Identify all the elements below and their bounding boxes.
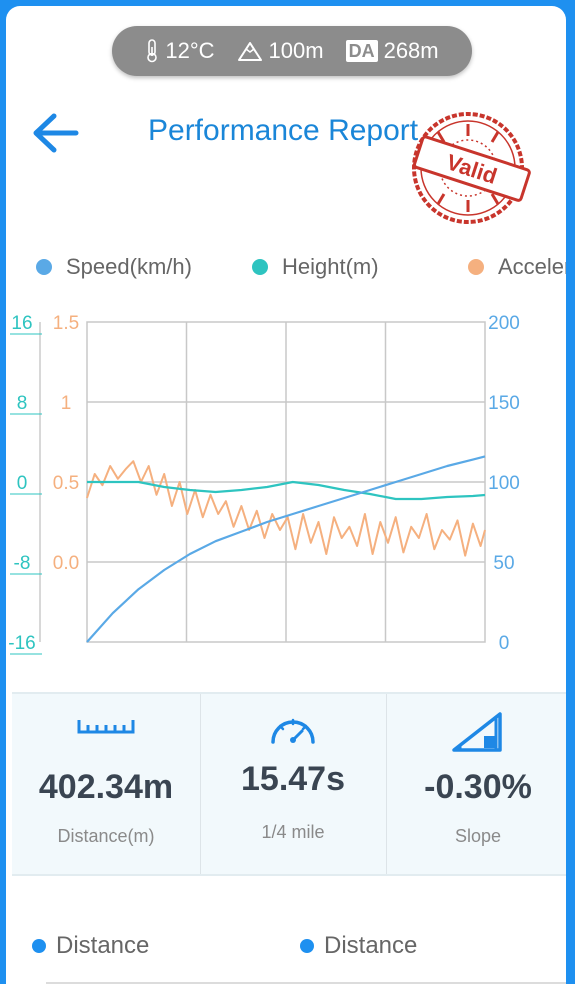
acceleration-tick-label: 0.5	[53, 473, 79, 494]
thermometer-icon	[147, 39, 158, 63]
arrow-left-icon[interactable]	[30, 110, 84, 156]
back-button[interactable]	[30, 110, 84, 156]
bottom-legend-label: Distance	[324, 932, 418, 959]
altitude-item: 100m	[237, 38, 324, 64]
slope-value: -0.30%	[424, 768, 532, 806]
distance-value: 402.34m	[38, 768, 174, 806]
density-altitude-item: DA 268m	[345, 38, 439, 64]
bottom-legend-label: Distance	[56, 932, 150, 959]
legend-item-acceleration: Acceleration	[468, 254, 566, 280]
speed-tick-label: 0	[499, 633, 510, 654]
legend-label-acceleration: Acceleration	[498, 254, 566, 279]
quarter-mile-label: 1/4 mile	[261, 822, 325, 842]
legend-dot-speed	[36, 259, 52, 275]
legend-label-speed: Speed(km/h)	[66, 254, 192, 279]
stats-panel: 402.34m Distance(m) 15.47s 1/4 mile -0.3…	[12, 692, 566, 876]
acceleration-tick-label: 1.5	[53, 313, 79, 334]
temperature-value: 12°C	[165, 38, 215, 63]
speed-tick-label: 200	[488, 313, 520, 334]
stat-slope: -0.30% Slope	[386, 694, 566, 874]
height-tick-label: -16	[8, 633, 35, 654]
height-tick-label: 8	[17, 393, 28, 414]
stat-distance: 402.34m Distance(m)	[12, 694, 200, 874]
legend-dot-acceleration	[468, 259, 484, 275]
chart-legend: Speed(km/h) Height(m) Acceleration	[36, 252, 566, 286]
speedometer-icon	[271, 718, 315, 744]
temperature-item: 12°C	[145, 38, 215, 64]
legend-label-height: Height(m)	[282, 254, 379, 279]
stat-quarter-mile: 15.47s 1/4 mile	[200, 694, 386, 874]
height-tick-label: 0	[17, 473, 28, 494]
report-card: 12°C 100m DA 268m Performance Report Val…	[6, 6, 566, 984]
speed-tick-label: 100	[488, 473, 520, 494]
da-badge: DA	[345, 40, 378, 62]
bottom-legend-item-2: Distance	[300, 932, 417, 960]
density-altitude-value: 268m	[383, 38, 439, 63]
conditions-pill: 12°C 100m DA 268m	[112, 26, 472, 76]
bottom-legend-dot	[32, 939, 46, 953]
page-title: Performance Report	[148, 114, 419, 147]
slope-icon	[452, 712, 502, 752]
distance-label: Distance(m)	[57, 826, 155, 846]
acceleration-tick-label: 0.0	[53, 553, 79, 574]
legend-item-height: Height(m)	[252, 254, 379, 280]
quarter-mile-value: 15.47s	[241, 760, 345, 798]
height-tick-label: -8	[14, 553, 31, 574]
bottom-legend-item-1: Distance	[32, 932, 149, 960]
altitude-value: 100m	[268, 38, 324, 63]
performance-chart: 16 8 0 -8 -16 1.5 1 0.5 0.0 200 150 100 50 0	[8, 313, 520, 655]
slope-label: Slope	[454, 826, 502, 846]
speed-tick-label: 150	[488, 393, 520, 414]
acceleration-tick-label: 1	[61, 393, 72, 414]
mountain-icon	[237, 42, 262, 61]
legend-item-speed: Speed(km/h)	[36, 254, 192, 280]
valid-stamp: Valid	[412, 112, 531, 224]
ruler-icon	[77, 720, 135, 734]
speed-tick-label: 50	[493, 553, 514, 574]
height-tick-label: 16	[11, 313, 32, 334]
legend-dot-height	[252, 259, 268, 275]
bottom-legend-dot	[300, 939, 314, 953]
